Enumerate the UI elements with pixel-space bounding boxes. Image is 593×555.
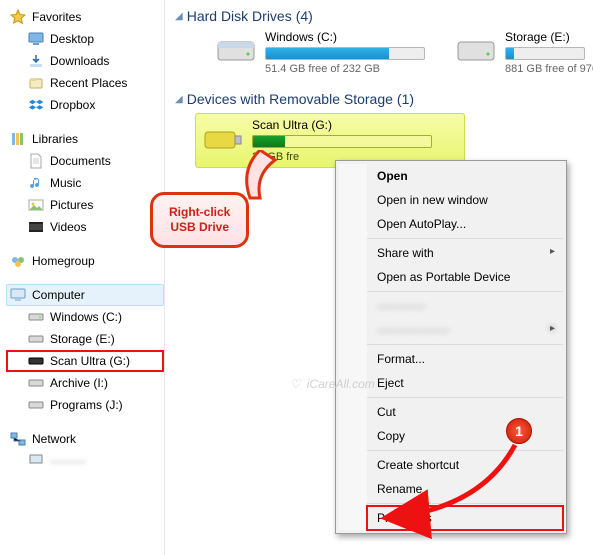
sidebar-item-recent[interactable]: Recent Places: [6, 72, 164, 94]
cm-open-autoplay[interactable]: Open AutoPlay...: [367, 212, 563, 236]
videos-icon: [28, 219, 44, 235]
cm-format[interactable]: Format...: [367, 347, 563, 371]
music-icon: [28, 175, 44, 191]
hdd-icon: [28, 309, 44, 325]
pc-icon: [28, 453, 44, 469]
sidebar-drive-c[interactable]: Windows (C:): [6, 306, 164, 328]
recent-icon: [28, 75, 44, 91]
collapse-icon: ◢: [175, 11, 183, 22]
network-label: Network: [32, 432, 76, 446]
libraries-header[interactable]: Libraries: [6, 128, 164, 150]
sidebar: Favorites Desktop Downloads Recent Place…: [0, 0, 165, 555]
drive-e-bar: [505, 47, 585, 60]
sidebar-drive-i[interactable]: Archive (I:): [6, 372, 164, 394]
sidebar-item-dropbox[interactable]: Dropbox: [6, 94, 164, 116]
drive-c-bar: [265, 47, 425, 60]
drive-e-name: Storage (E:): [505, 30, 593, 44]
cm-cut[interactable]: Cut: [367, 400, 563, 424]
callout-line2: USB Drive: [169, 220, 230, 235]
network-blur-item[interactable]: ———: [6, 450, 164, 472]
homegroup-icon: [10, 253, 26, 269]
sidebar-item-videos[interactable]: Videos: [6, 216, 164, 238]
hdd-group-header[interactable]: ◢ Hard Disk Drives (4): [175, 6, 593, 30]
favorites-label: Favorites: [32, 10, 81, 24]
cm-blurred-1[interactable]: ————: [367, 294, 563, 318]
drive-g-bar: [252, 135, 432, 148]
collapse-icon: ◢: [175, 94, 183, 105]
drive-e[interactable]: Storage (E:) 881 GB free of 976 G: [455, 30, 593, 75]
network-header[interactable]: Network: [6, 428, 164, 450]
hdd-large-icon: [215, 30, 257, 72]
hdd-icon: [28, 375, 44, 391]
hdd-icon: [28, 397, 44, 413]
sidebar-drive-j[interactable]: Programs (J:): [6, 394, 164, 416]
star-icon: [10, 9, 26, 25]
libraries-icon: [10, 131, 26, 147]
computer-header[interactable]: Computer: [6, 284, 164, 306]
hdd-icon: [28, 331, 44, 347]
downloads-icon: [28, 53, 44, 69]
computer-icon: [10, 287, 26, 303]
cm-portable-device[interactable]: Open as Portable Device: [367, 265, 563, 289]
drive-g-name: Scan Ultra (G:): [252, 118, 432, 132]
drive-e-free: 881 GB free of 976 G: [505, 63, 593, 75]
drive-c[interactable]: Windows (C:) 51.4 GB free of 232 GB: [215, 30, 425, 75]
sidebar-item-downloads[interactable]: Downloads: [6, 50, 164, 72]
drive-c-name: Windows (C:): [265, 30, 425, 44]
sidebar-item-documents[interactable]: Documents: [6, 150, 164, 172]
favorites-header[interactable]: Favorites: [6, 6, 164, 28]
red-arrow-icon: [370, 440, 540, 540]
dropbox-icon: [28, 97, 44, 113]
pictures-icon: [28, 197, 44, 213]
desktop-icon: [28, 31, 44, 47]
sidebar-item-pictures[interactable]: Pictures: [6, 194, 164, 216]
callout-line1: Right-click: [169, 205, 230, 220]
computer-label: Computer: [32, 288, 85, 302]
drive-c-free: 51.4 GB free of 232 GB: [265, 63, 425, 75]
homegroup-label: Homegroup: [32, 254, 95, 268]
sidebar-item-desktop[interactable]: Desktop: [6, 28, 164, 50]
cm-eject[interactable]: Eject: [367, 371, 563, 395]
removable-group-header[interactable]: ◢ Devices with Removable Storage (1): [175, 89, 593, 113]
cm-share-with[interactable]: Share with: [367, 241, 563, 265]
homegroup-header[interactable]: Homegroup: [6, 250, 164, 272]
documents-icon: [28, 153, 44, 169]
network-icon: [10, 431, 26, 447]
usb-drive-icon: [28, 353, 44, 369]
callout: Right-click USB Drive: [150, 192, 249, 248]
cm-open[interactable]: Open: [367, 164, 563, 188]
sidebar-drive-g[interactable]: Scan Ultra (G:): [6, 350, 164, 372]
libraries-label: Libraries: [32, 132, 78, 146]
sidebar-item-music[interactable]: Music: [6, 172, 164, 194]
cm-blurred-2[interactable]: ——————: [367, 318, 563, 342]
sidebar-drive-e[interactable]: Storage (E:): [6, 328, 164, 350]
cm-open-new-window[interactable]: Open in new window: [367, 188, 563, 212]
hdd-large-icon: [455, 30, 497, 72]
